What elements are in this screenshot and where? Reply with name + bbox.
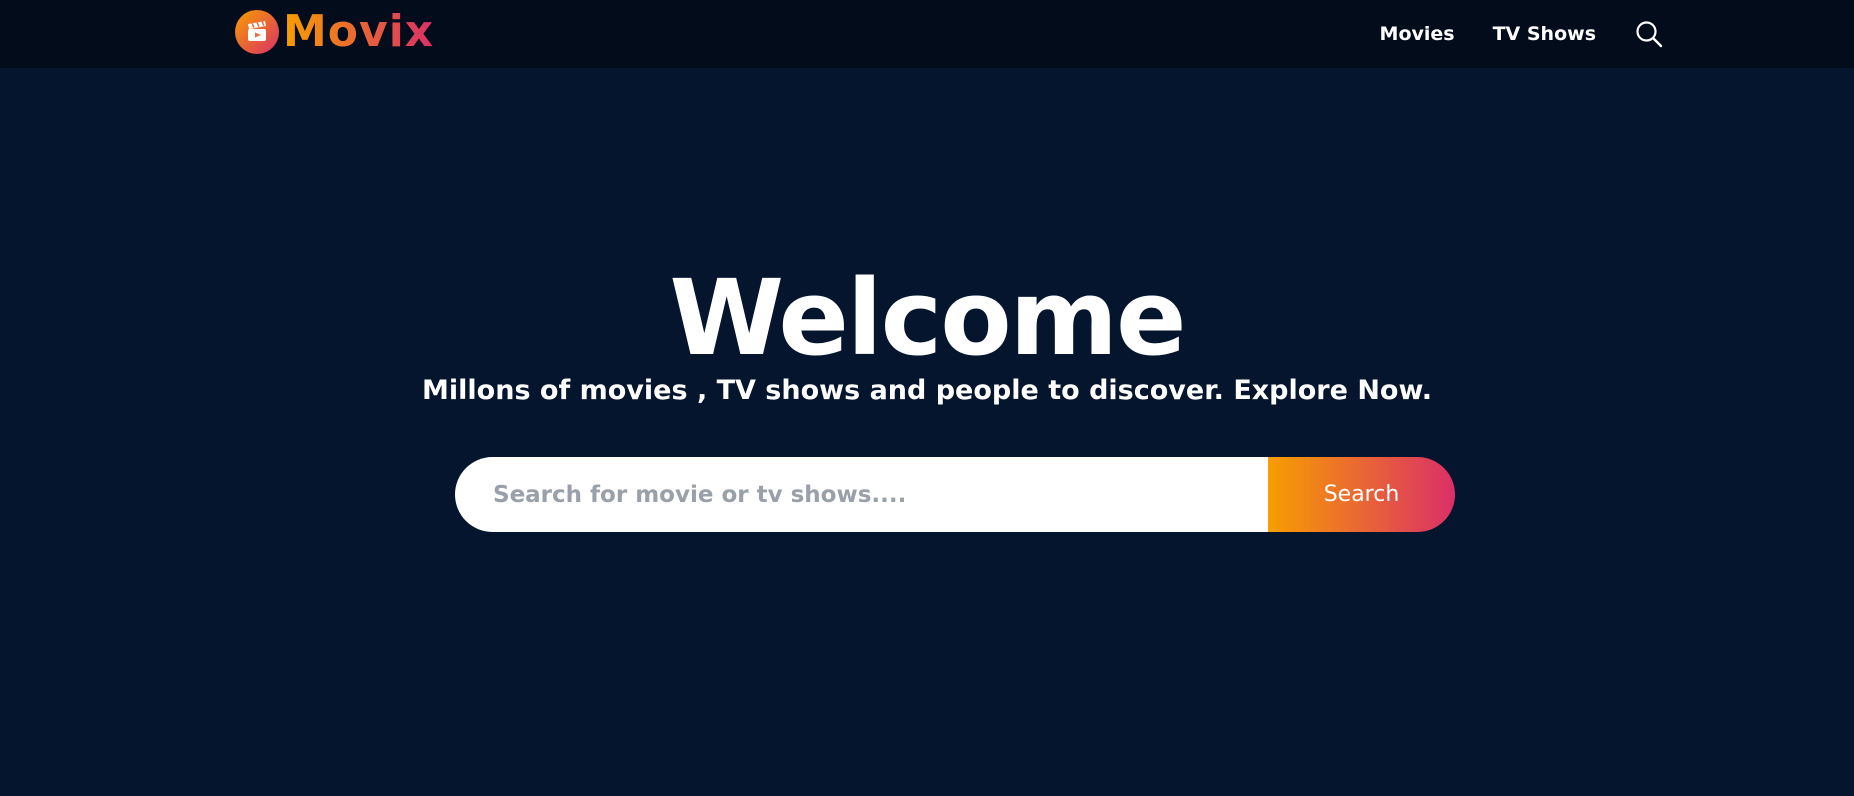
search-input[interactable] — [455, 457, 1268, 532]
hero-search-bar: Search — [455, 457, 1455, 532]
nav-item-tv-shows[interactable]: TV Shows — [1493, 23, 1596, 45]
search-button[interactable]: Search — [1268, 457, 1455, 532]
hero-title: Welcome — [669, 257, 1186, 379]
nav-item-movies[interactable]: Movies — [1380, 23, 1455, 45]
clapperboard-icon — [235, 10, 279, 54]
search-icon[interactable] — [1634, 19, 1664, 49]
hero-banner: Welcome Millons of movies , TV shows and… — [0, 68, 1854, 796]
logo-text: Movix — [283, 6, 435, 57]
hero-subtitle: Millons of movies , TV shows and people … — [422, 375, 1432, 406]
main-nav: Movies TV Shows — [1380, 0, 1664, 68]
header: Movix Movies TV Shows — [0, 0, 1854, 68]
logo[interactable]: Movix — [235, 10, 434, 54]
